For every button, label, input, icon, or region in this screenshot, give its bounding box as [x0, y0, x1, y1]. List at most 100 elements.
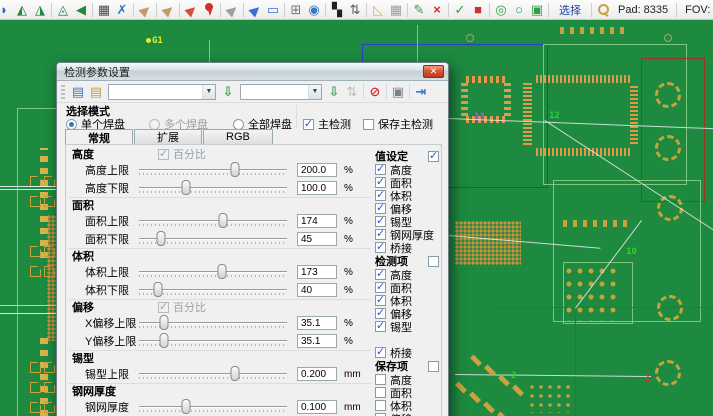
value-input[interactable]: [297, 400, 337, 414]
tab-1[interactable]: 扩展: [134, 129, 202, 144]
slider-thumb[interactable]: [217, 264, 226, 279]
checkbox-icon[interactable]: [363, 119, 374, 130]
checkbox-icon[interactable]: [303, 119, 314, 130]
percent-checkbox[interactable]: 百分比: [158, 146, 206, 162]
checkbox-icon[interactable]: [375, 229, 386, 240]
slider[interactable]: [139, 332, 287, 350]
slider[interactable]: [139, 365, 287, 383]
dialog-titlebar[interactable]: 检测参数设置 ✕: [57, 63, 448, 81]
value-input[interactable]: [297, 265, 337, 279]
slider-track[interactable]: [139, 271, 287, 272]
checkbox-icon[interactable]: [375, 242, 386, 253]
checkbox-icon[interactable]: [428, 361, 439, 372]
circle-icon[interactable]: ○: [510, 1, 528, 19]
checkbox-icon[interactable]: [158, 302, 169, 313]
value-input[interactable]: [297, 232, 337, 246]
dart-tan2-icon[interactable]: ▶: [159, 1, 177, 19]
checkbox-icon[interactable]: [375, 400, 386, 411]
checkbox-icon[interactable]: [375, 269, 386, 280]
checkbox-icon[interactable]: [375, 177, 386, 188]
square-in-icon[interactable]: ▣: [528, 1, 546, 19]
checkbox-icon[interactable]: [375, 387, 386, 398]
radio-icon[interactable]: [149, 119, 160, 130]
save-disk-icon[interactable]: ▣: [389, 83, 407, 101]
image-icon[interactable]: ▦: [95, 1, 113, 19]
slider-track[interactable]: [139, 187, 287, 188]
value-input[interactable]: [297, 181, 337, 195]
block-icon[interactable]: ⊘: [366, 83, 384, 101]
slider-thumb[interactable]: [231, 366, 240, 381]
zoom-selection-icon[interactable]: ◮: [31, 1, 49, 19]
checkbox-mode-1[interactable]: 保存主检测: [363, 116, 433, 132]
grid-black-icon[interactable]: ▚: [328, 1, 346, 19]
dart-gray-icon[interactable]: ▶: [223, 1, 241, 19]
slider-thumb[interactable]: [154, 282, 163, 297]
tab-2[interactable]: RGB: [203, 129, 273, 144]
delete-icon[interactable]: ×: [428, 1, 446, 19]
slider[interactable]: [139, 230, 287, 248]
value-input[interactable]: [297, 316, 337, 330]
checkbox-mode-0[interactable]: 主检测: [303, 116, 351, 132]
param-set2-combobox[interactable]: ▼: [240, 84, 322, 100]
checkbox-icon[interactable]: [375, 347, 386, 358]
load-params-icon[interactable]: ▤: [69, 83, 87, 101]
checkbox-icon[interactable]: [375, 164, 386, 175]
slider-thumb[interactable]: [157, 231, 166, 246]
slider-thumb[interactable]: [231, 162, 240, 177]
check-item[interactable]: 偏移: [374, 412, 440, 416]
slider[interactable]: [139, 281, 287, 299]
checkbox-icon[interactable]: [375, 216, 386, 227]
ruler-icon[interactable]: ◺: [369, 1, 387, 19]
check-item[interactable]: 锡型: [374, 320, 440, 333]
slider-track[interactable]: [139, 169, 287, 170]
checkbox-icon[interactable]: [158, 149, 169, 160]
checkbox-icon[interactable]: [375, 374, 386, 385]
zoom-fit-icon[interactable]: ◭: [13, 1, 31, 19]
select-rect-icon[interactable]: ▭: [264, 1, 282, 19]
value-input[interactable]: [297, 214, 337, 228]
select-mode-button[interactable]: 选择: [551, 2, 589, 18]
checkbox-icon[interactable]: [428, 151, 439, 162]
checkbox-icon[interactable]: [375, 321, 386, 332]
camera-icon[interactable]: ◉: [305, 1, 323, 19]
dart-tan-icon[interactable]: ▶: [136, 1, 154, 19]
save-params-icon[interactable]: ▤: [87, 83, 105, 101]
slider-track[interactable]: [139, 373, 287, 374]
slider-thumb[interactable]: [160, 315, 169, 330]
value-input[interactable]: [297, 283, 337, 297]
apply-set2-icon[interactable]: ⇩: [325, 83, 343, 101]
value-input[interactable]: [297, 367, 337, 381]
stop-icon[interactable]: ■: [469, 1, 487, 19]
checkbox-icon[interactable]: [428, 256, 439, 267]
toolbar-grip[interactable]: [61, 85, 65, 99]
sync-icon[interactable]: ⇅: [343, 83, 361, 101]
slider-track[interactable]: [139, 406, 287, 407]
search-icon[interactable]: [594, 1, 612, 19]
slider[interactable]: [139, 314, 287, 332]
sort-az-icon[interactable]: ⇅: [346, 1, 364, 19]
chevron-down-icon[interactable]: ▼: [202, 85, 215, 99]
table-icon[interactable]: ⊞: [287, 1, 305, 19]
slider[interactable]: [139, 179, 287, 197]
slider[interactable]: [139, 212, 287, 230]
slider-thumb[interactable]: [182, 180, 191, 195]
slider-thumb[interactable]: [160, 333, 169, 348]
percent-checkbox[interactable]: 百分比: [158, 299, 206, 315]
dart-red-icon[interactable]: ▶: [182, 1, 200, 19]
checkbox-icon[interactable]: [375, 190, 386, 201]
checkbox-icon[interactable]: [375, 203, 386, 214]
checkbox-icon[interactable]: [375, 282, 386, 293]
target-icon[interactable]: ◎: [492, 1, 510, 19]
dart-blue-icon[interactable]: ▶: [246, 1, 264, 19]
tools-icon[interactable]: ✗: [113, 1, 131, 19]
prism-icon[interactable]: ◬: [54, 1, 72, 19]
map-pin-icon[interactable]: [200, 1, 218, 19]
apply-set-icon[interactable]: ⇩: [219, 83, 237, 101]
apply-icon[interactable]: ✓: [451, 1, 469, 19]
checkbox-icon[interactable]: [375, 295, 386, 306]
clipped-tool-icon[interactable]: ◗: [0, 1, 13, 19]
slider[interactable]: [139, 161, 287, 179]
value-input[interactable]: [297, 334, 337, 348]
slider-thumb[interactable]: [182, 399, 191, 414]
megaphone-icon[interactable]: ◀: [72, 1, 90, 19]
